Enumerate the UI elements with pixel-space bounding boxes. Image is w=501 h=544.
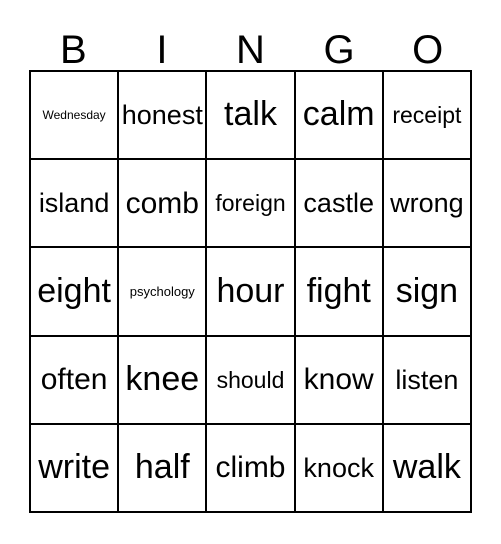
bingo-cell-word: climb: [215, 451, 286, 485]
bingo-cell[interactable]: walk: [383, 424, 472, 513]
bingo-cell[interactable]: honest: [119, 72, 208, 161]
bingo-cell-word: Wednesday: [42, 107, 106, 122]
bingo-cell[interactable]: fight: [295, 248, 384, 337]
bingo-cell-word: island: [38, 188, 110, 219]
bingo-cell[interactable]: calm: [295, 72, 384, 161]
bingo-cell-word: psychology: [129, 283, 195, 299]
bingo-cell[interactable]: comb: [119, 160, 208, 249]
bingo-grid: Wednesday honest talk calm receipt islan…: [29, 70, 472, 513]
bingo-cell[interactable]: castle: [295, 160, 384, 249]
bingo-cell[interactable]: foreign: [207, 160, 296, 249]
bingo-cell-word: foreign: [215, 190, 286, 217]
bingo-cell[interactable]: hour: [207, 248, 296, 337]
bingo-cell-word: half: [134, 448, 190, 487]
bingo-cell-word: receipt: [392, 102, 462, 129]
bingo-cell[interactable]: receipt: [383, 72, 472, 161]
bingo-cell[interactable]: eight: [31, 248, 120, 337]
bingo-cell[interactable]: island: [31, 160, 120, 249]
bingo-cell-word: fight: [306, 271, 371, 310]
bingo-cell-word: listen: [395, 364, 459, 395]
bingo-cell-word: walk: [392, 448, 461, 487]
bingo-cell[interactable]: wrong: [383, 160, 472, 249]
bingo-cell-word: write: [38, 448, 110, 487]
bingo-cell-word: knee: [125, 359, 200, 398]
bingo-cell-word: talk: [224, 95, 277, 134]
bingo-header-letter-o: O: [412, 28, 444, 72]
bingo-cell-word: castle: [303, 188, 374, 219]
bingo-cell-word: comb: [125, 186, 199, 220]
bingo-cell[interactable]: should: [207, 336, 296, 425]
bingo-cell[interactable]: listen: [383, 336, 472, 425]
bingo-cell[interactable]: talk: [207, 72, 296, 161]
bingo-cell[interactable]: knee: [119, 336, 208, 425]
bingo-header-row: B I N G O: [29, 18, 472, 70]
bingo-cell-word: honest: [121, 99, 203, 130]
bingo-card: B I N G O Wednesday honest talk calm rec…: [0, 0, 501, 544]
bingo-cell[interactable]: often: [31, 336, 120, 425]
bingo-cell[interactable]: write: [31, 424, 120, 513]
bingo-header-letter-g: G: [323, 28, 355, 72]
bingo-cell-word: eight: [37, 271, 111, 310]
bingo-cell[interactable]: Wednesday: [31, 72, 120, 161]
bingo-cell[interactable]: half: [119, 424, 208, 513]
bingo-cell[interactable]: psychology: [119, 248, 208, 337]
bingo-cell[interactable]: climb: [207, 424, 296, 513]
bingo-cell-word: sign: [395, 271, 459, 310]
bingo-header-letter-i: I: [156, 28, 168, 72]
bingo-cell[interactable]: sign: [383, 248, 472, 337]
bingo-cell-word: knock: [303, 452, 374, 483]
bingo-cell-word: know: [303, 362, 374, 396]
bingo-cell-word: often: [40, 362, 108, 396]
bingo-header-letter-n: N: [236, 28, 265, 72]
bingo-cell-word: hour: [216, 271, 285, 310]
bingo-cell[interactable]: knock: [295, 424, 384, 513]
bingo-header-letter-b: B: [59, 28, 87, 72]
bingo-cell[interactable]: know: [295, 336, 384, 425]
bingo-cell-word: should: [216, 366, 285, 393]
bingo-cell-word: calm: [302, 95, 375, 134]
bingo-cell-word: wrong: [390, 188, 464, 219]
